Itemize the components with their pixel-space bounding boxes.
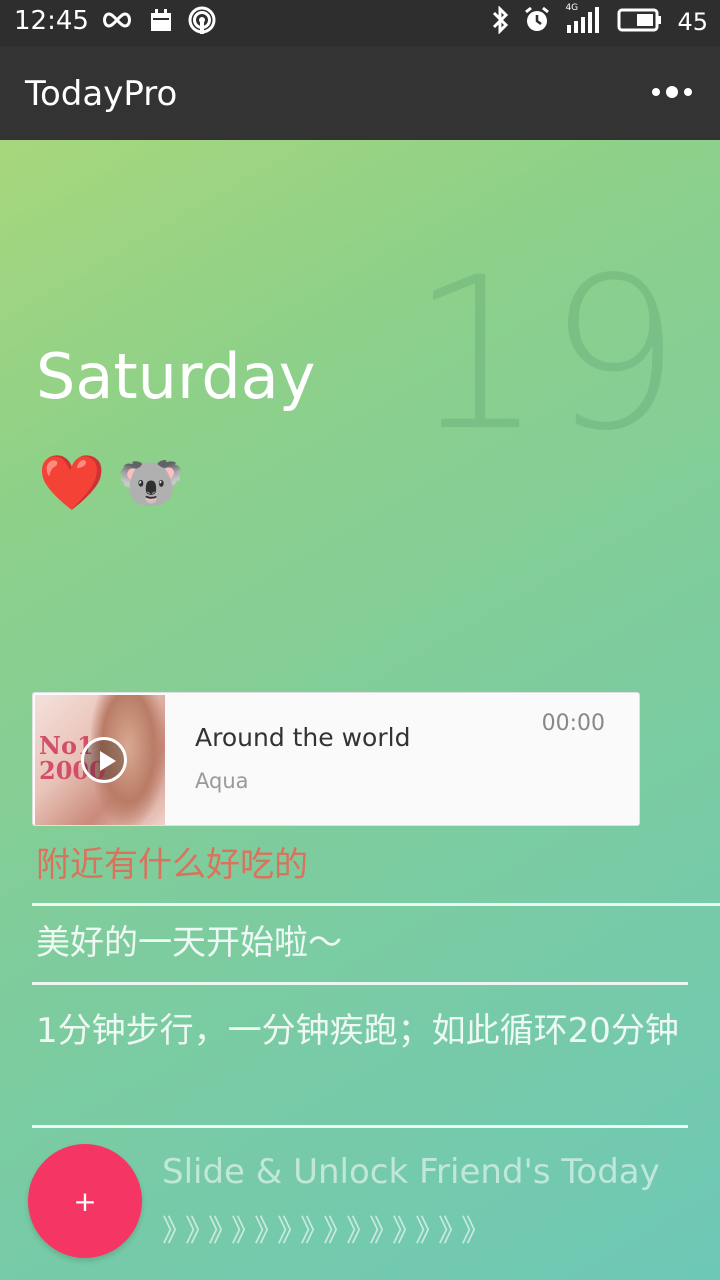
- battery-icon: [617, 8, 663, 36]
- app-bar: TodayPro: [0, 46, 720, 140]
- bluetooth-icon: [491, 5, 509, 38]
- weekday-label: Saturday: [36, 340, 316, 413]
- song-artist: Aqua: [195, 769, 249, 793]
- divider: [32, 903, 720, 906]
- app-title: TodayPro: [25, 74, 178, 114]
- main-content: 19 Saturday ❤️ 🐨 No1 2000 Around the wor…: [0, 140, 720, 1280]
- music-card[interactable]: No1 2000 Around the world Aqua 00:00: [32, 692, 640, 826]
- status-left-icons: [100, 6, 216, 38]
- more-dots-icon[interactable]: [652, 82, 692, 102]
- mood-emojis: ❤️ 🐨: [38, 456, 185, 510]
- list-item[interactable]: 1分钟步行，一分钟疾跑；如此循环20分钟: [36, 1002, 686, 1060]
- network-type-label: 4G: [565, 3, 579, 13]
- slide-chevrons[interactable]: 》》》》》》》》》》》》》》: [162, 1206, 499, 1250]
- koala-emoji: 🐨: [117, 451, 185, 514]
- album-art: No1 2000: [35, 695, 165, 825]
- big-date: 19: [410, 232, 686, 477]
- divider: [32, 1125, 688, 1128]
- calendar-icon: [150, 8, 172, 36]
- signal-4g-icon: 4G: [565, 3, 603, 37]
- alarm-icon: [523, 6, 551, 38]
- hotspot-icon: [188, 6, 216, 38]
- battery-level: 45: [677, 8, 708, 36]
- list-item[interactable]: 美好的一天开始啦～: [36, 914, 686, 972]
- list-item[interactable]: 附近有什么好吃的: [36, 836, 686, 894]
- status-time: 12:45: [14, 6, 89, 36]
- slide-unlock-text[interactable]: Slide & Unlock Friend's Today: [162, 1152, 660, 1192]
- play-icon[interactable]: [81, 737, 127, 783]
- add-button[interactable]: +: [28, 1144, 142, 1258]
- infinity-icon: [100, 10, 134, 34]
- song-time: 00:00: [541, 711, 605, 736]
- status-right-icons: 4G 45: [491, 3, 708, 38]
- divider: [32, 982, 688, 985]
- song-title: Around the world: [195, 723, 411, 752]
- status-bar: 12:45 4G 45: [0, 0, 720, 46]
- heart-emoji: ❤️: [38, 451, 106, 514]
